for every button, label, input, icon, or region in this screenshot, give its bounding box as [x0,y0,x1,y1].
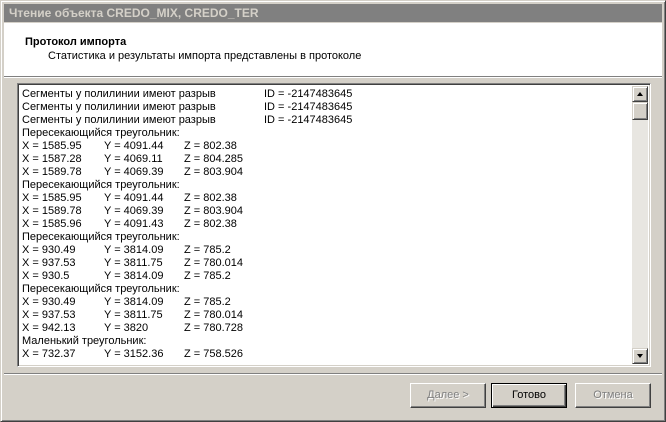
log-line: Пересекающийся треугольник: [22,179,632,192]
coord-x: X = 1585.95 [22,192,82,204]
coord-x: X = 1589.78 [22,205,82,217]
import-dialog: Чтение объекта CREDO_MIX, CREDO_TER Прот… [0,0,666,422]
coord-x: X = 930.5 [22,270,70,282]
coord-y: Y = 3814.09 [104,270,164,282]
coord-y: Y = 3820 [104,322,149,334]
coord-y: Y = 4069.11 [104,153,163,165]
log-line: X = 942.13 Y = 3820 Z = 780.728 [22,322,632,335]
log-line: Пересекающийся треугольник: [22,127,632,140]
footer-divider [4,373,662,375]
coord-z: Z = 802.38 [184,192,237,204]
log-line: X = 1589.78 Y = 4069.39 Z = 803.904 [22,205,632,218]
log-line: X = 1589.78 Y = 4069.39 Z = 803.904 [22,166,632,179]
log-line: X = 1585.96 Y = 4091.43 Z = 802.38 [22,218,632,231]
coord-x: X = 937.53 [22,309,76,321]
window-title: Чтение объекта CREDO_MIX, CREDO_TER [4,4,662,22]
coord-z: Z = 785.2 [184,270,231,282]
log-line: Пересекающийся треугольник: [22,231,632,244]
log-line: Сегменты у полилинии имеют разрыв ID = -2… [22,114,632,127]
vertical-scrollbar[interactable] [632,86,648,364]
log-line: X = 930.5 Y = 3814.09 Z = 785.2 [22,270,632,283]
coord-y: Y = 4091.44 [104,140,164,152]
coord-y: Y = 3152.36 [104,348,164,360]
log-line: X = 1585.95 Y = 4091.44 Z = 802.38 [22,140,632,153]
coord-x: X = 732.37 [22,348,76,360]
coord-x: X = 937.53 [22,257,76,269]
log-line: X = 732.37 Y = 3152.36 Z = 758.526 [22,348,632,361]
arrow-down-icon [637,354,643,358]
log-line: X = 930.49 Y = 3814.09 Z = 785.2 [22,244,632,257]
scroll-up-button[interactable] [632,86,648,102]
coord-y: Y = 4069.39 [104,205,164,217]
coord-y: Y = 3814.09 [104,296,164,308]
log-label: Пересекающийся треугольник: [22,127,180,139]
log-id: ID = -2147483645 [264,101,353,113]
log-label: Пересекающийся треугольник: [22,179,180,191]
coord-z: Z = 803.904 [184,166,244,178]
log-line: X = 930.49 Y = 3814.09 Z = 785.2 [22,296,632,309]
log-message: Сегменты у полилинии имеют разрыв [22,114,216,126]
coord-z: Z = 758.526 [184,348,244,360]
import-log-content: Сегменты у полилинии имеют разрыв ID = -2… [22,88,632,364]
coord-y: Y = 3811.75 [104,257,163,269]
log-line: Сегменты у полилинии имеют разрыв ID = -2… [22,88,632,101]
coord-x: X = 1587.28 [22,153,82,165]
coord-z: Z = 802.38 [184,218,237,230]
log-line: X = 1585.95 Y = 4091.44 Z = 802.38 [22,192,632,205]
log-label: Пересекающийся треугольник: [22,231,180,243]
log-line: Пересекающийся треугольник: [22,283,632,296]
log-id: ID = -2147483645 [264,88,353,100]
wizard-header: Протокол импорта Статистика и результаты… [4,23,662,76]
next-button[interactable]: Далее > [410,383,486,408]
log-line: X = 1587.28 Y = 4069.11 Z = 804.285 [22,153,632,166]
coord-z: Z = 785.2 [184,244,231,256]
coord-z: Z = 780.014 [184,257,244,269]
arrow-up-icon [637,92,643,96]
import-log[interactable]: Сегменты у полилинии имеют разрыв ID = -2… [17,83,651,367]
scroll-down-button[interactable] [632,348,648,364]
header-subtitle: Статистика и результаты импорта представ… [48,50,362,62]
coord-z: Z = 780.014 [184,309,244,321]
coord-x: X = 1589.78 [22,166,82,178]
coord-x: X = 1585.96 [22,218,82,230]
log-message: Сегменты у полилинии имеют разрыв [22,88,216,100]
coord-y: Y = 3811.75 [104,309,163,321]
coord-z: Z = 803.904 [184,205,244,217]
done-button[interactable]: Готово [491,383,567,408]
scroll-thumb[interactable] [632,102,648,120]
coord-y: Y = 4091.44 [104,192,164,204]
log-line: Сегменты у полилинии имеют разрыв ID = -2… [22,101,632,114]
header-title: Протокол импорта [25,36,127,48]
log-label: Пересекающийся треугольник: [22,283,180,295]
header-divider [4,76,662,78]
coord-z: Z = 804.285 [184,153,244,165]
log-line: Маленький треугольник: [22,335,632,348]
coord-z: Z = 785.2 [184,296,231,308]
coord-x: X = 1585.95 [22,140,82,152]
coord-z: Z = 802.38 [184,140,237,152]
log-message: Сегменты у полилинии имеют разрыв [22,101,216,113]
coord-y: Y = 4091.43 [104,218,164,230]
coord-x: X = 942.13 [22,322,76,334]
coord-x: X = 930.49 [22,296,76,308]
coord-y: Y = 4069.39 [104,166,164,178]
log-label: Маленький треугольник: [22,335,147,347]
coord-z: Z = 780.728 [184,322,244,334]
log-id: ID = -2147483645 [264,114,353,126]
cancel-button[interactable]: Отмена [575,383,651,408]
coord-x: X = 930.49 [22,244,76,256]
log-line: X = 937.53 Y = 3811.75 Z = 780.014 [22,309,632,322]
log-line: X = 937.53 Y = 3811.75 Z = 780.014 [22,257,632,270]
coord-y: Y = 3814.09 [104,244,164,256]
